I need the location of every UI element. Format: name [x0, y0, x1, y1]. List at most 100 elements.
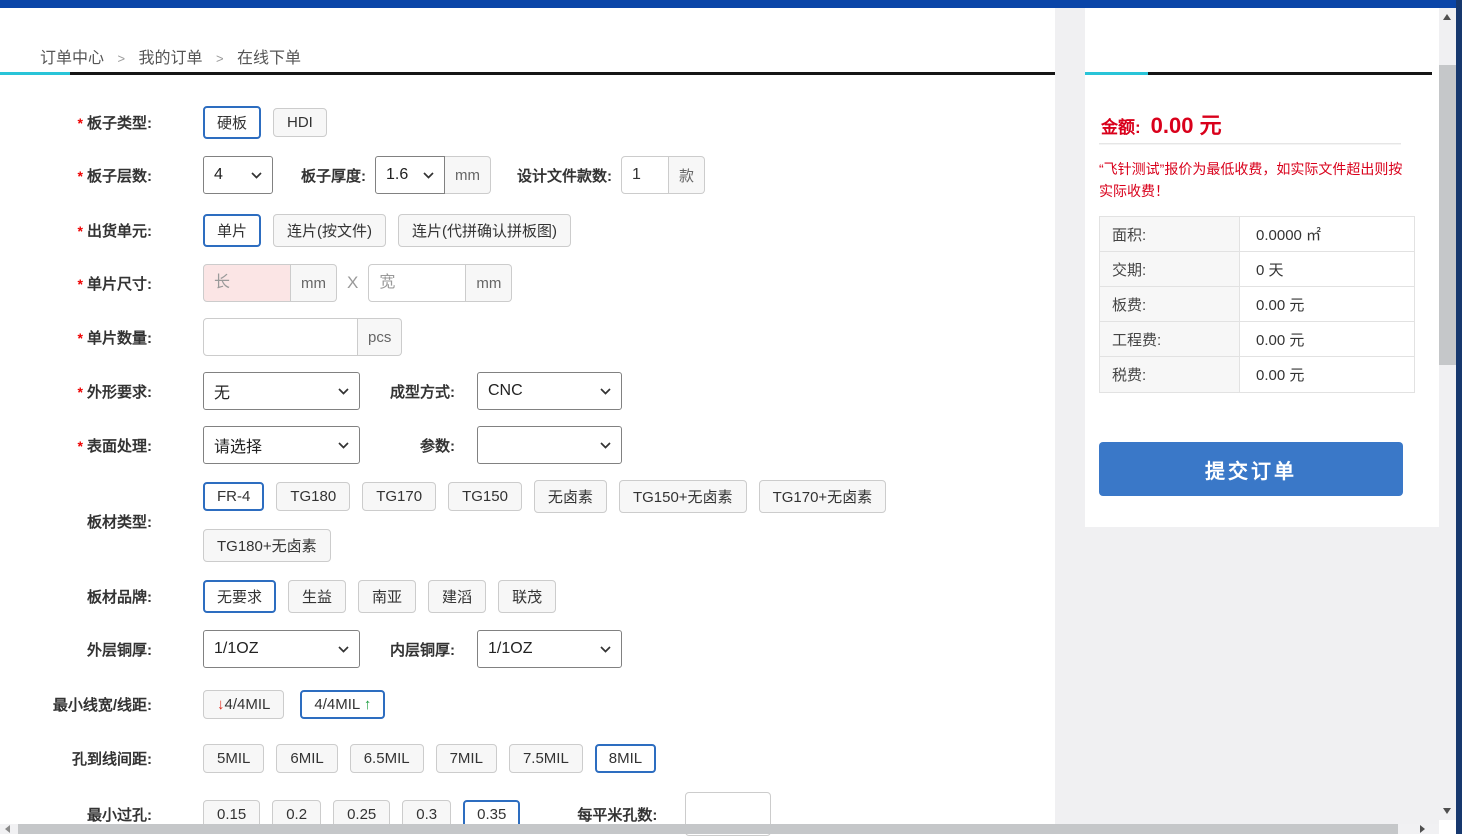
length-unit: mm: [291, 264, 337, 302]
scroll-right-icon[interactable]: [1420, 825, 1425, 833]
hole-to-line-6p5mil-button[interactable]: 6.5MIL: [350, 744, 424, 773]
thickness-select-value: 1.6: [386, 166, 408, 184]
ship-unit-single-button[interactable]: 单片: [203, 214, 261, 247]
window-edge: [1456, 0, 1462, 834]
chevron-down-icon: [423, 172, 434, 179]
outer-copper-select[interactable]: 1/1OZ: [203, 630, 360, 668]
single-qty-input[interactable]: [203, 318, 358, 356]
design-files-input[interactable]: [621, 156, 669, 194]
board-type-hdi-button[interactable]: HDI: [273, 108, 327, 137]
board-type-rigid-button[interactable]: 硬板: [203, 106, 261, 139]
material-brand-kingboard-button[interactable]: 建滔: [428, 580, 486, 613]
table-row: 工程费: 0.00 元: [1100, 322, 1414, 357]
horizontal-scrollbar[interactable]: [0, 824, 1439, 834]
breadcrumb: 订单中心 > 我的订单 > 在线下单: [40, 44, 301, 68]
chevron-down-icon: [600, 388, 611, 395]
scroll-left-icon[interactable]: [5, 825, 10, 833]
inner-copper-select-value: 1/1OZ: [488, 640, 532, 658]
material-brand-itequ-button[interactable]: 联茂: [498, 580, 556, 613]
breadcrumb-order-center[interactable]: 订单中心: [40, 50, 104, 67]
table-row: 交期: 0 天: [1100, 252, 1414, 287]
chevron-down-icon: [338, 442, 349, 449]
breadcrumb-separator: >: [117, 51, 125, 66]
form-section-rule: [0, 72, 1080, 75]
table-row: 板费: 0.00 元: [1100, 287, 1414, 322]
ship-unit-panel-by-file-button[interactable]: 连片(按文件): [273, 214, 386, 247]
row-material-brand: 板材品牌: 无要求 生益 南亚 建滔 联茂: [0, 579, 556, 613]
material-type-halogen-free-button[interactable]: 无卤素: [534, 480, 607, 513]
width-unit: mm: [466, 264, 512, 302]
material-type-tg150-halogen-free-button[interactable]: TG150+无卤素: [619, 480, 747, 513]
surface-param-label: 参数:: [420, 435, 455, 456]
area-value: 0.0000 ㎡: [1240, 217, 1414, 251]
surface-select[interactable]: 请选择: [203, 426, 360, 464]
required-asterisk: *: [78, 168, 83, 184]
width-input[interactable]: [368, 264, 466, 302]
content-gutter: [1055, 8, 1085, 834]
surface-param-select[interactable]: [477, 426, 622, 464]
ship-unit-label: *出货单元:: [0, 220, 152, 241]
hole-to-line-7p5mil-button[interactable]: 7.5MIL: [509, 744, 583, 773]
material-type-tg180-halogen-free-button[interactable]: TG180+无卤素: [203, 529, 331, 562]
row-board-type: *板子类型: 硬板 HDI: [0, 105, 327, 139]
top-bar: [0, 0, 1462, 8]
board-fee-value: 0.00 元: [1240, 287, 1414, 321]
outline-select-value: 无: [214, 379, 230, 403]
board-type-label: *板子类型:: [0, 112, 152, 133]
thickness-select[interactable]: 1.6: [375, 156, 445, 194]
row-material-type: 板材类型: FR-4 TG180 TG170 TG150 无卤素 TG150+无…: [0, 479, 973, 563]
material-type-label: 板材类型:: [0, 511, 152, 532]
material-brand-shengyi-button[interactable]: 生益: [288, 580, 346, 613]
row-ship-unit: *出货单元: 单片 连片(按文件) 连片(代拼确认拼板图): [0, 212, 571, 248]
hole-to-line-label: 孔到线间距:: [0, 748, 152, 769]
length-input[interactable]: [203, 264, 291, 302]
forming-select[interactable]: CNC: [477, 372, 622, 410]
table-row: 面积: 0.0000 ㎡: [1100, 217, 1414, 252]
thickness-unit: mm: [445, 156, 491, 194]
quote-section-rule: [1085, 72, 1432, 75]
material-type-tg150-button[interactable]: TG150: [448, 482, 522, 511]
inner-copper-select[interactable]: 1/1OZ: [477, 630, 622, 668]
required-asterisk: *: [78, 115, 83, 131]
amount-label: 金额:: [1101, 113, 1141, 138]
material-type-tg170-button[interactable]: TG170: [362, 482, 436, 511]
vertical-scrollbar[interactable]: [1439, 8, 1456, 820]
surface-select-value: 请选择: [214, 433, 262, 457]
submit-order-button[interactable]: 提交订单: [1099, 442, 1403, 496]
amount-line: 金额: 0.00 元: [1101, 108, 1222, 140]
scroll-up-icon[interactable]: [1443, 14, 1451, 20]
row-single-size: *单片尺寸: mm X mm: [0, 264, 512, 302]
chevron-down-icon: [251, 172, 262, 179]
material-type-tg180-button[interactable]: TG180: [276, 482, 350, 511]
breadcrumb-my-orders[interactable]: 我的订单: [139, 50, 203, 67]
ship-unit-panel-confirm-button[interactable]: 连片(代拼确认拼板图): [398, 214, 571, 247]
material-type-fr4-button[interactable]: FR-4: [203, 482, 264, 511]
horizontal-scrollbar-thumb[interactable]: [18, 824, 1398, 834]
layers-select[interactable]: 4: [203, 156, 273, 194]
size-x-separator: X: [347, 273, 358, 293]
hole-to-line-6mil-button[interactable]: 6MIL: [276, 744, 337, 773]
material-brand-nanya-button[interactable]: 南亚: [358, 580, 416, 613]
required-asterisk: *: [78, 276, 83, 292]
engineering-fee-label: 工程费:: [1100, 322, 1240, 356]
row-min-trace: 最小线宽/线距: ↓4/4MIL 4/4MIL ↑: [0, 686, 385, 722]
vertical-scrollbar-thumb[interactable]: [1439, 65, 1456, 365]
material-brand-any-button[interactable]: 无要求: [203, 580, 276, 613]
min-trace-down-button[interactable]: ↓4/4MIL: [203, 690, 284, 719]
hole-to-line-7mil-button[interactable]: 7MIL: [436, 744, 497, 773]
material-type-tg170-halogen-free-button[interactable]: TG170+无卤素: [759, 480, 887, 513]
min-via-label: 最小过孔:: [0, 804, 152, 825]
outline-select[interactable]: 无: [203, 372, 360, 410]
hole-to-line-5mil-button[interactable]: 5MIL: [203, 744, 264, 773]
chevron-down-icon: [338, 388, 349, 395]
forming-label: 成型方式:: [390, 381, 455, 402]
inner-copper-label: 内层铜厚:: [390, 639, 455, 660]
hole-to-line-8mil-button[interactable]: 8MIL: [595, 744, 656, 773]
quote-section-rule-accent: [1085, 72, 1148, 75]
forming-select-value: CNC: [488, 382, 523, 400]
scroll-down-icon[interactable]: [1443, 808, 1451, 814]
min-trace-up-button[interactable]: 4/4MIL ↑: [300, 690, 385, 719]
table-row: 税费: 0.00 元: [1100, 357, 1414, 392]
chevron-down-icon: [338, 646, 349, 653]
arrow-down-icon: ↓: [217, 696, 225, 713]
